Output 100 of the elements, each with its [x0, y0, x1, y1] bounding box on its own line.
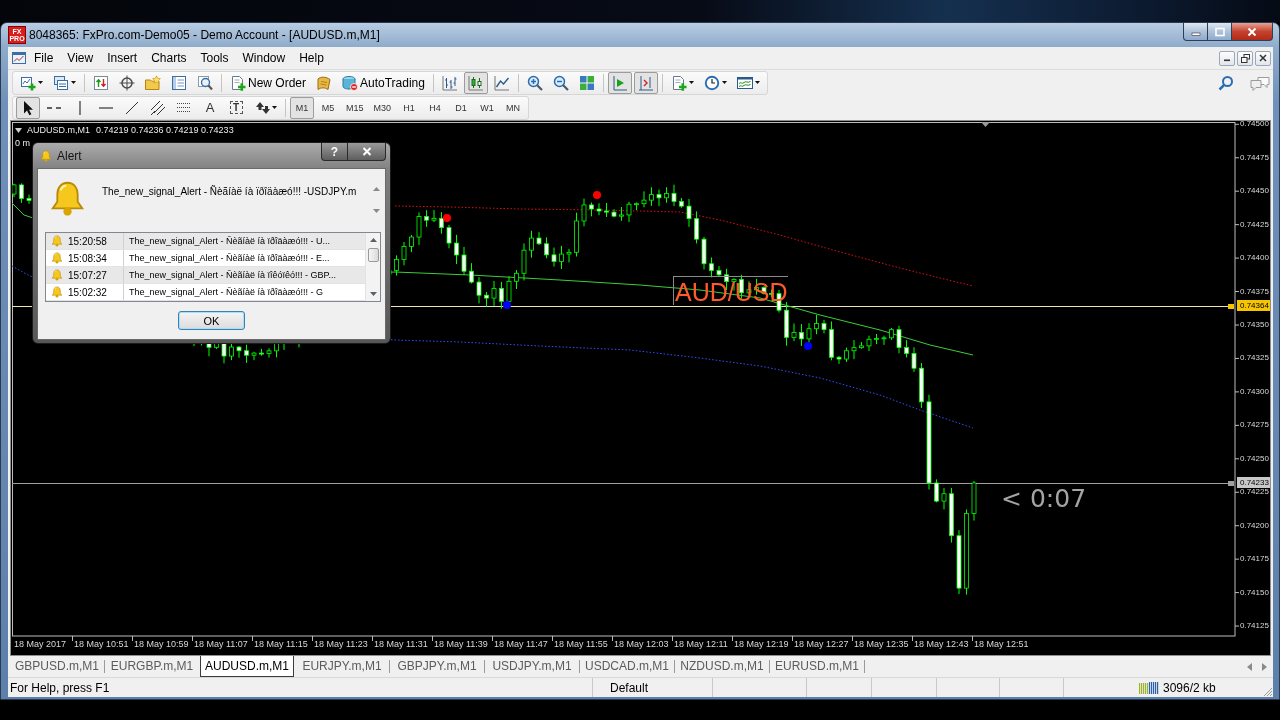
price-label: 0.74475	[1240, 153, 1269, 163]
resize-grip-icon	[1263, 687, 1273, 697]
alert-time: 15:20:58	[68, 235, 107, 247]
minimize-button[interactable]	[1183, 23, 1208, 41]
period-button[interactable]: M15	[342, 96, 368, 119]
bell-icon	[40, 149, 52, 162]
period-button[interactable]: H4	[423, 96, 448, 119]
price-label: 0.74375	[1240, 287, 1269, 297]
period-button[interactable]: M30	[369, 96, 396, 119]
alert-time: 15:07:27	[68, 269, 107, 281]
alert-text: The_new_signal_Alert - Ñèãíàë íà ïîêóïêó!!! - GBP...	[129, 270, 336, 280]
time-label: 18 May 11:15	[254, 639, 308, 649]
time-label: 18 May 11:23	[314, 639, 368, 649]
minimize-button[interactable]	[1219, 50, 1235, 66]
caret-icon	[688, 81, 694, 84]
time-label: 18 May 10:51	[74, 639, 129, 649]
zoom-in-icon	[526, 74, 543, 91]
shift-marker-icon[interactable]	[981, 122, 990, 127]
chart-tab[interactable]: USDJPY.m,M1	[485, 656, 579, 677]
caret-icon	[721, 81, 727, 84]
drawing-tool-button[interactable]: A	[198, 96, 222, 119]
price-label: 0.74500	[1240, 121, 1269, 129]
price-label: 0.74275	[1240, 420, 1269, 430]
period-button[interactable]: W1	[475, 96, 500, 119]
menu-item[interactable]: Window	[235, 49, 293, 67]
chart-tab[interactable]: EURUSD.m,M1	[770, 656, 864, 677]
period-button[interactable]: MN	[501, 96, 526, 119]
menu-item[interactable]: Insert	[100, 49, 145, 67]
chart-tab[interactable]: AUDUSD.m,M1	[200, 656, 294, 677]
chart-tab[interactable]: NZDUSD.m,M1	[675, 656, 769, 677]
search-icon[interactable]	[1218, 74, 1234, 91]
speech-bubbles-icon[interactable]	[1250, 74, 1270, 91]
period-button[interactable]: D1	[449, 96, 474, 119]
period-button[interactable]: H1	[397, 96, 422, 119]
scroll-up-icon[interactable]	[373, 187, 380, 191]
drawing-tool-button[interactable]: T	[224, 96, 248, 119]
drawing-tool-button[interactable]	[16, 96, 40, 119]
ok-button[interactable]: OK	[178, 311, 245, 330]
time-label: 18 May 11:55	[554, 639, 608, 649]
scroll-down-icon[interactable]	[373, 209, 380, 213]
time-label: 18 May 12:03	[614, 639, 669, 649]
auto-scroll-button[interactable]	[607, 71, 632, 94]
play-bar-icon	[611, 74, 628, 91]
time-label: 18 May 11:47	[494, 639, 548, 649]
menu-item[interactable]: Tools	[193, 49, 236, 67]
price-label: 0.74325	[1240, 353, 1269, 363]
auto-trading-button[interactable]: AutoTrading	[338, 71, 429, 94]
chart-tab[interactable]: GBPUSD.m,M1	[10, 656, 104, 677]
line-chart-icon	[493, 74, 510, 91]
alert-history-row[interactable]: 15:20:58 The_new_signal_Alert - Ñèãíàë íà ïðîäàæó!!! - U...	[46, 233, 365, 250]
stacked-windows-icon	[53, 74, 69, 91]
clock-icon	[703, 74, 720, 91]
tiles-icon	[578, 74, 595, 91]
scroll-up-icon[interactable]	[369, 238, 377, 242]
triangle-icon	[15, 128, 22, 133]
scroll-right-icon[interactable]	[1262, 662, 1267, 671]
maximize-button[interactable]	[1207, 23, 1232, 41]
close-icon	[361, 147, 372, 156]
chart-tab[interactable]: USDCAD.m,M1	[580, 656, 674, 677]
chart-type-button[interactable]	[463, 71, 488, 94]
price-label: 0.74400	[1240, 253, 1269, 263]
document-plus-icon	[670, 74, 687, 91]
close-button[interactable]	[1231, 23, 1273, 41]
scroll-left-icon[interactable]	[1247, 662, 1252, 671]
chart-tab[interactable]: EURJPY.m,M1	[295, 656, 389, 677]
candle-timer: < 0:07	[1001, 485, 1087, 513]
restore-button[interactable]	[1237, 50, 1253, 66]
chart-window-icon[interactable]	[11, 50, 27, 66]
alert-history-row[interactable]: 15:07:27 The_new_signal_Alert - Ñèãíàë íà ïîêóïêó!!! - GBP...	[46, 267, 365, 284]
alert-history-row[interactable]: 15:08:34 The_new_signal_Alert - Ñèãíàë íà ïðîäàæó!!! - E...	[46, 250, 365, 267]
menu-item[interactable]: View	[60, 49, 101, 67]
caret-icon	[272, 106, 277, 109]
close-icon	[1247, 26, 1257, 37]
bell-icon	[51, 252, 63, 264]
close-button[interactable]	[1255, 50, 1271, 66]
alert-history-row[interactable]: 15:02:32 The_new_signal_Alert - Ñèãíàë íà ïðîäàæó!!! - G	[46, 284, 365, 301]
connection-bars-icon	[1139, 681, 1159, 694]
bell-icon	[51, 235, 63, 247]
price-tag: 0.74364	[1237, 300, 1270, 311]
price-arrows-icon	[93, 74, 109, 91]
scrollbar-thumb[interactable]	[367, 248, 379, 262]
menu-item[interactable]: Help	[292, 49, 331, 67]
price-tag: 0.74233	[1237, 477, 1270, 488]
help-button[interactable]: ?	[321, 143, 348, 161]
new-order-button[interactable]: New Order	[226, 71, 310, 94]
time-label: 18 May 12:51	[974, 639, 1029, 649]
scrollbar[interactable]	[365, 233, 380, 301]
zoom-out-icon	[552, 74, 569, 91]
scroll-down-icon[interactable]	[369, 292, 377, 296]
period-button[interactable]: M1	[290, 96, 314, 119]
chart-tab[interactable]: EURGBP.m,M1	[105, 656, 199, 677]
time-label: 18 May 11:39	[434, 639, 488, 649]
diagonal-line-icon	[124, 99, 140, 116]
close-button[interactable]	[347, 143, 386, 161]
period-button[interactable]: M5	[316, 96, 340, 119]
caret-icon	[38, 81, 43, 84]
menu-item[interactable]: File	[27, 49, 61, 67]
chart-tab[interactable]: GBPJPY.m,M1	[390, 656, 484, 677]
time-label: 18 May 10:59	[134, 639, 189, 649]
menu-item[interactable]: Charts	[144, 49, 194, 67]
